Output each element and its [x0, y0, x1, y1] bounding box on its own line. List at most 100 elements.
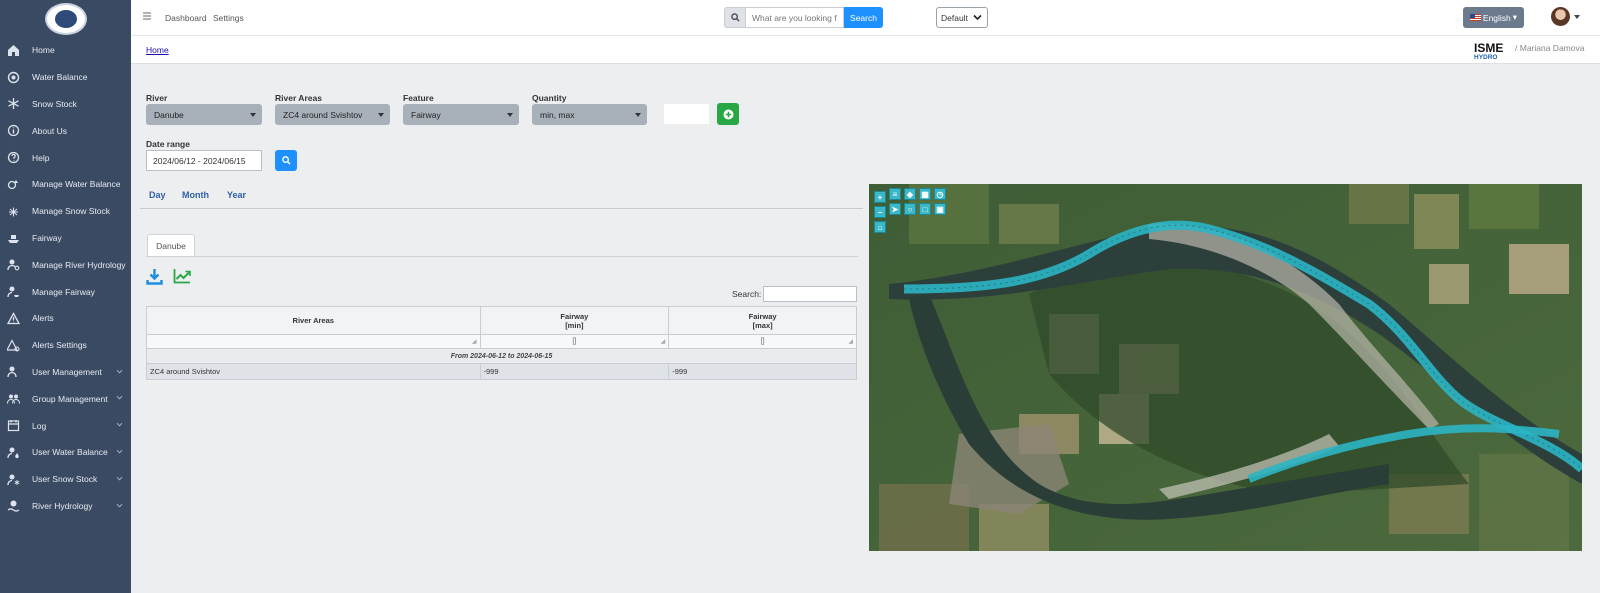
sidebar-item-snow-stock[interactable]: Snow Stock — [0, 91, 131, 118]
date-range-input[interactable]: 2024/06/12 - 2024/06/15 — [146, 150, 262, 171]
search-icon[interactable] — [724, 7, 746, 28]
sidebar-item-label: User Snow Stock — [32, 474, 98, 485]
table-search-input[interactable] — [763, 286, 857, 302]
column-filter[interactable]: ◢ — [146, 334, 481, 349]
add-button[interactable] — [717, 103, 739, 125]
avatar-caret-icon[interactable] — [1574, 15, 1580, 19]
caret-down-icon — [507, 113, 513, 117]
sidebar-item-user-water-balance[interactable]: User Water Balance — [0, 439, 131, 466]
sidebar-item-fairway[interactable]: Fairway — [0, 225, 131, 252]
home-view-icon[interactable]: ⌂ — [874, 221, 886, 233]
language-button[interactable]: English ▾ — [1463, 7, 1524, 28]
feature-select[interactable]: Fairway — [403, 104, 519, 125]
sidebar-item-label: Snow Stock — [32, 98, 77, 109]
search-input[interactable] — [746, 7, 844, 28]
sidebar-item-river-hydrology[interactable]: River Hydrology — [0, 493, 131, 520]
sidebar-item-alerts-settings[interactable]: Alerts Settings — [0, 332, 131, 359]
breadcrumb-home-link[interactable]: Home — [146, 45, 169, 55]
sidebar-item-manage-fairway[interactable]: Manage Fairway — [0, 278, 131, 305]
nav-dashboard-link[interactable]: Dashboard — [165, 13, 207, 23]
image-icon[interactable]: ▣ — [934, 203, 946, 215]
river-select[interactable]: Danube — [146, 104, 262, 125]
avatar[interactable] — [1551, 7, 1570, 26]
blank-field[interactable] — [664, 104, 709, 124]
header-line1: Fairway — [748, 311, 777, 321]
square-draw-icon[interactable]: □ — [919, 203, 931, 215]
tab-month[interactable]: Month — [182, 190, 209, 200]
global-search: Search — [724, 7, 883, 28]
list-icon[interactable]: ≡ — [889, 188, 901, 200]
search-icon — [281, 156, 291, 165]
caret-down-icon — [635, 113, 641, 117]
alert-settings-icon — [7, 338, 20, 352]
svg-text:ISME: ISME — [1474, 41, 1503, 55]
layers-icon[interactable]: ◈ — [904, 188, 916, 200]
default-select[interactable]: Default — [936, 7, 988, 28]
chevron-down-icon — [116, 449, 123, 454]
sidebar-item-label: Manage River Hydrology — [32, 259, 126, 270]
sidebar-item-user-snow-stock[interactable]: User Snow Stock — [0, 466, 131, 493]
isme-hydro-logo: ISME HYDRO — [1474, 41, 1503, 60]
zoom-out-button[interactable]: − — [874, 206, 886, 218]
header-line2: [min] — [565, 320, 584, 330]
sidebar-item-help[interactable]: Help — [0, 144, 131, 171]
nav-settings-link[interactable]: Settings — [213, 13, 244, 23]
sidebar-item-label: Home — [32, 45, 55, 56]
grid-icon[interactable]: ▦ — [919, 188, 931, 200]
topbar: Dashboard Settings Search Default Englis… — [131, 0, 1600, 36]
sidebar-item-log[interactable]: Log — [0, 412, 131, 439]
sidebar-item-manage-water-balance[interactable]: Manage Water Balance — [0, 171, 131, 198]
search-button[interactable]: Search — [844, 7, 883, 28]
table-header-row: River Areas Fairway [min] Fairway [max] — [146, 306, 857, 335]
hamburger-icon[interactable] — [142, 11, 152, 21]
download-icon[interactable] — [146, 268, 163, 285]
filter-value: [] — [572, 338, 577, 345]
sidebar-item-manage-river-hydrology[interactable]: Manage River Hydrology — [0, 251, 131, 278]
river-label: River — [146, 93, 168, 103]
column-filter[interactable]: [] ◢ — [479, 334, 670, 349]
tab-year[interactable]: Year — [227, 190, 246, 200]
column-filter[interactable]: [] ◢ — [668, 334, 857, 349]
caret-down-icon — [250, 113, 256, 117]
manage-water-icon — [7, 178, 20, 191]
hydrology-icon — [7, 499, 20, 513]
quantity-select[interactable]: min, max — [532, 104, 647, 125]
header-line1: River Areas — [292, 316, 334, 325]
column-header-river-areas[interactable]: River Areas — [146, 306, 481, 335]
tab-day[interactable]: Day — [149, 190, 166, 200]
column-header-fairway-min[interactable]: Fairway [min] — [479, 306, 670, 335]
sidebar-item-home[interactable]: Home — [0, 37, 131, 64]
sidebar-item-group-management[interactable]: Group Management — [0, 385, 131, 412]
divider — [146, 256, 858, 257]
user-snow-icon — [7, 473, 20, 486]
sidebar-item-label: Manage Snow Stock — [32, 206, 110, 217]
sidebar-item-label: Help — [32, 152, 50, 163]
sidebar-item-label: Alerts — [32, 313, 54, 324]
column-header-fairway-max[interactable]: Fairway [max] — [668, 306, 857, 335]
log-icon — [7, 419, 20, 432]
clock-icon[interactable]: ◷ — [934, 188, 946, 200]
table-row[interactable]: ZC4 around Svishtov -999 -999 — [146, 363, 857, 380]
tab-danube[interactable]: Danube — [147, 234, 195, 257]
date-search-button[interactable] — [275, 150, 297, 171]
help-icon — [7, 151, 20, 164]
line-chart-icon[interactable] — [173, 268, 191, 284]
logo — [0, 0, 131, 37]
sidebar-item-label: Group Management — [32, 393, 108, 404]
sidebar-item-water-balance[interactable]: Water Balance — [0, 64, 131, 91]
sidebar-item-about-us[interactable]: About Us — [0, 117, 131, 144]
navigate-icon[interactable]: ➤ — [889, 203, 901, 215]
breadcrumb: Home ISME HYDRO / Mariana Damova — [131, 36, 1600, 64]
circle-draw-icon[interactable]: ○ — [904, 203, 916, 215]
satellite-map[interactable] — [869, 184, 1582, 551]
divider — [140, 208, 863, 209]
chevron-down-icon — [116, 476, 123, 481]
river-areas-select[interactable]: ZC4 around Svishtov — [275, 104, 390, 125]
sidebar-item-manage-snow-stock[interactable]: Manage Snow Stock — [0, 198, 131, 225]
sidebar-item-alerts[interactable]: Alerts — [0, 305, 131, 332]
zoom-in-button[interactable]: + — [874, 191, 886, 203]
sidebar-item-label: Manage Water Balance — [32, 179, 121, 190]
sidebar-item-user-management[interactable]: User Management — [0, 359, 131, 386]
quantity-select-value: min, max — [540, 109, 575, 120]
info-icon — [7, 124, 20, 137]
